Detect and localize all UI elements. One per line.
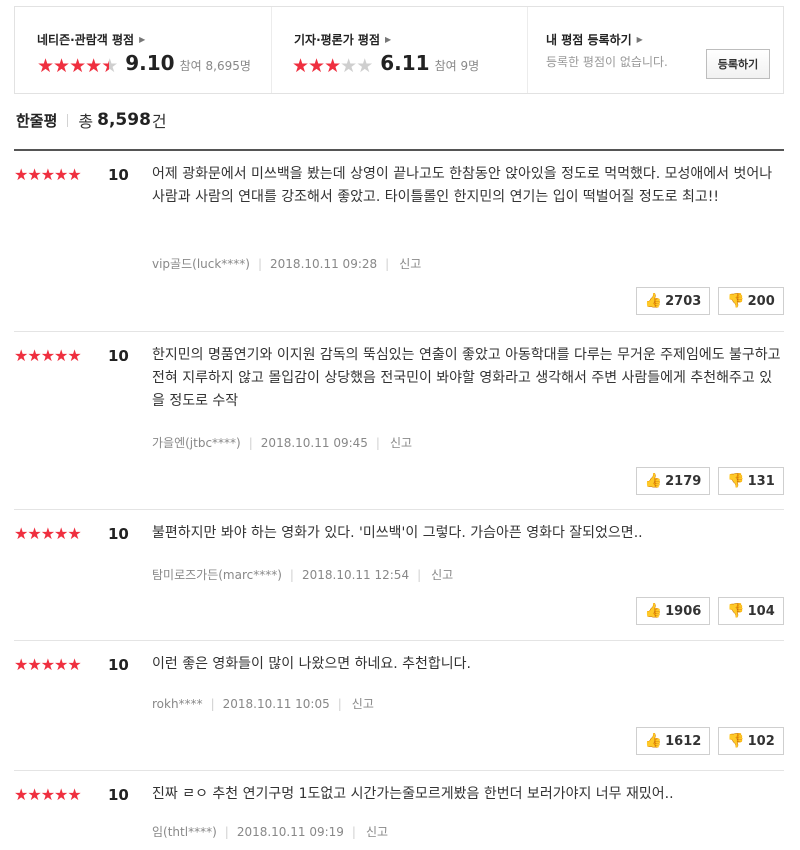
- thumbs-down-icon: 👎: [727, 733, 745, 749]
- caret-right-icon: ▶: [636, 35, 643, 44]
- rating-summary-box: 네티즌·관람객 평점 ▶ ★ ★ ★ ★ ★ 9.10 참여 8,695명 기자·평론가…: [14, 6, 784, 94]
- review-score: 10: [108, 166, 129, 184]
- netizen-stars: ★ ★ ★ ★ ★: [37, 55, 118, 77]
- report-link[interactable]: 신고: [431, 566, 453, 583]
- my-rating-panel: 내 평점 등록하기 ▶ 등록한 평점이 없습니다. 등록하기: [527, 7, 783, 93]
- critic-participants: 참여 9명: [434, 59, 480, 73]
- thumbs-up-icon: 👍: [644, 603, 663, 619]
- review-user[interactable]: 임(thtl****): [152, 823, 217, 840]
- star-icon: ★: [85, 55, 102, 77]
- review-total-count: 8,598: [97, 110, 151, 130]
- review-text: 한지민의 명품연기와 이지원 감독의 뚝심있는 연출이 좋았고 아동학대를 다루…: [152, 347, 781, 409]
- netizen-rating-panel: 네티즌·관람객 평점 ▶ ★ ★ ★ ★ ★ 9.10 참여 8,695명: [15, 7, 271, 93]
- review-item: ★★★★★ 10 진짜 ㄹㅇ 추천 연기구멍 1도없고 시간가는줄모르게봤음 한…: [14, 771, 784, 850]
- review-count-header: 한줄평 총 8,598 건: [16, 108, 167, 132]
- review-user[interactable]: 가을엔(jtbc****): [152, 434, 241, 451]
- dislike-button[interactable]: 👎 200: [718, 287, 784, 315]
- dislike-button[interactable]: 👎 104: [718, 597, 784, 625]
- review-item: ★★★★★ 10 불편하지만 봐야 하는 영화가 있다. '미쓰백'이 그렇다.…: [14, 510, 784, 640]
- review-item: ★★★★★ 10 한지민의 명품연기와 이지원 감독의 뚝심있는 연출이 좋았고…: [14, 332, 784, 508]
- review-user[interactable]: 탐미로즈가든(marc****): [152, 566, 282, 583]
- netizen-rating-title[interactable]: 네티즌·관람객 평점 ▶: [37, 31, 145, 48]
- review-date: 2018.10.11 12:54: [301, 567, 410, 582]
- review-text: 어제 광화문에서 미쓰백을 봤는데 상영이 끝나고도 한참동안 앉아있을 정도로…: [152, 166, 773, 205]
- review-user[interactable]: rokh****: [152, 697, 203, 711]
- star-icon: ★: [69, 55, 86, 77]
- review-score: 10: [108, 347, 129, 365]
- thumbs-up-icon: 👍: [644, 473, 663, 489]
- review-date: 2018.10.11 09:28: [270, 256, 378, 271]
- review-text: 불편하지만 봐야 하는 영화가 있다. '미쓰백'이 그렇다. 가슴아픈 영화다…: [152, 525, 643, 541]
- dislike-button[interactable]: 👎 131: [718, 467, 784, 495]
- critic-stars: ★ ★ ★ ★ ★: [292, 55, 373, 77]
- critic-rating-panel: 기자·평론가 평점 ▶ ★ ★ ★ ★ ★ 6.11 참여 9명: [271, 7, 527, 93]
- review-user[interactable]: vip골드(luck****): [152, 255, 250, 272]
- review-text: 진짜 ㄹㅇ 추천 연기구멍 1도없고 시간가는줄모르게봤음 한번더 보러가야지 …: [152, 786, 674, 802]
- register-rating-button[interactable]: 등록하기: [706, 49, 770, 79]
- star-icon: ★: [324, 55, 341, 77]
- review-meta: vip골드(luck****) | 2018.10.11 09:28 | 신고: [152, 255, 422, 272]
- review-stars: ★★★★★: [14, 346, 82, 365]
- review-stars: ★★★★★: [14, 785, 82, 804]
- review-item: ★★★★★ 10 어제 광화문에서 미쓰백을 봤는데 상영이 끝나고도 한참동안…: [14, 151, 784, 331]
- like-button[interactable]: 👍 2703: [636, 287, 710, 315]
- thumbs-down-icon: 👎: [727, 293, 745, 309]
- my-rating-title[interactable]: 내 평점 등록하기 ▶: [546, 31, 643, 48]
- review-score: 10: [108, 525, 129, 543]
- review-meta: 가을엔(jtbc****) | 2018.10.11 09:45 | 신고: [152, 434, 413, 451]
- netizen-participants: 참여 8,695명: [179, 59, 251, 73]
- report-link[interactable]: 신고: [399, 255, 421, 272]
- critic-rating-title[interactable]: 기자·평론가 평점 ▶: [294, 31, 391, 48]
- star-icon: ★: [292, 55, 309, 77]
- half-star-icon: ★: [101, 55, 118, 77]
- review-total-unit: 건: [151, 112, 167, 131]
- review-stars: ★★★★★: [14, 165, 82, 184]
- thumbs-down-icon: 👎: [727, 603, 745, 619]
- star-icon: ★: [37, 55, 54, 77]
- dislike-button[interactable]: 👎 102: [718, 727, 784, 755]
- review-text: 이런 좋은 영화들이 많이 나왔으면 하네요. 추천합니다.: [152, 656, 471, 672]
- star-icon: ★: [308, 55, 325, 77]
- review-score: 10: [108, 656, 129, 674]
- empty-star-icon: ★: [356, 55, 373, 77]
- review-date: 2018.10.11 09:45: [260, 435, 368, 450]
- empty-star-icon: ★: [340, 55, 357, 77]
- thumbs-up-icon: 👍: [644, 293, 663, 309]
- critic-score: 6.11: [380, 51, 430, 75]
- caret-right-icon: ▶: [139, 35, 146, 44]
- thumbs-up-icon: 👍: [644, 733, 663, 749]
- star-icon: ★: [53, 55, 70, 77]
- like-button[interactable]: 👍 1612: [636, 727, 710, 755]
- review-date: 2018.10.11 09:19: [236, 824, 344, 839]
- review-date: 2018.10.11 10:05: [222, 696, 330, 711]
- review-total-prefix: 총: [78, 112, 94, 131]
- netizen-score: 9.10: [125, 51, 175, 75]
- caret-right-icon: ▶: [385, 35, 392, 44]
- review-section-title: 한줄평: [16, 111, 58, 130]
- divider: [67, 113, 69, 127]
- like-button[interactable]: 👍 2179: [636, 467, 710, 495]
- review-meta: 탐미로즈가든(marc****) | 2018.10.11 12:54 | 신고: [152, 566, 454, 583]
- thumbs-down-icon: 👎: [727, 473, 745, 489]
- my-rating-empty-text: 등록한 평점이 없습니다.: [546, 55, 668, 69]
- like-button[interactable]: 👍 1906: [636, 597, 710, 625]
- review-score: 10: [108, 786, 129, 804]
- review-meta: rokh**** | 2018.10.11 10:05 | 신고: [152, 695, 374, 712]
- review-stars: ★★★★★: [14, 655, 82, 674]
- review-stars: ★★★★★: [14, 524, 82, 543]
- review-meta: 임(thtl****) | 2018.10.11 09:19 | 신고: [152, 823, 389, 840]
- review-item: ★★★★★ 10 이런 좋은 영화들이 많이 나왔으면 하네요. 추천합니다. …: [14, 641, 784, 769]
- report-link[interactable]: 신고: [366, 823, 388, 840]
- report-link[interactable]: 신고: [352, 695, 374, 712]
- report-link[interactable]: 신고: [390, 434, 412, 451]
